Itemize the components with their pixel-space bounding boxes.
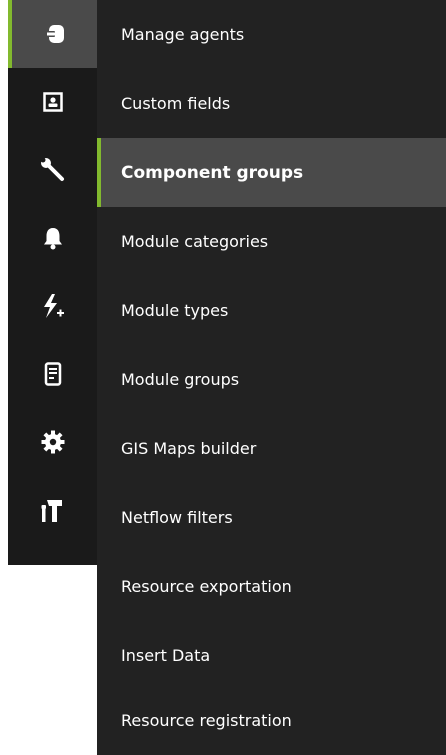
icon-rail	[8, 0, 97, 565]
menu-item-label: GIS Maps builder	[121, 439, 257, 458]
rail-item-module-groups[interactable]	[8, 340, 97, 408]
rail-item-component-groups[interactable]	[8, 136, 97, 204]
menu-item-label: Module types	[121, 301, 229, 320]
gear-icon	[41, 430, 65, 454]
bell-icon	[42, 226, 64, 250]
menu-item-label: Custom fields	[121, 94, 231, 113]
submenu-panel: Manage agents Custom fields Component gr…	[97, 0, 446, 755]
menu-item-label: Manage agents	[121, 25, 245, 44]
rail-item-agents[interactable]	[8, 0, 97, 68]
menu-item-label: Component groups	[121, 162, 304, 183]
bolt-plus-icon	[40, 293, 66, 319]
menu-item-component-groups[interactable]: Component groups	[97, 138, 446, 207]
menu-item-resource-exportation[interactable]: Resource exportation	[97, 552, 446, 621]
menu-item-netflow-filters[interactable]: Netflow filters	[97, 483, 446, 552]
menu-item-module-types[interactable]: Module types	[97, 276, 446, 345]
menu-item-label: Resource registration	[121, 711, 292, 730]
menu-item-label: Resource exportation	[121, 577, 292, 596]
rail-item-netflow-filters[interactable]	[8, 476, 97, 544]
admin-menu: Manage agents Custom fields Component gr…	[0, 0, 446, 755]
rail-item-custom-fields[interactable]	[8, 68, 97, 136]
menu-item-label: Module categories	[121, 232, 269, 251]
menu-item-custom-fields[interactable]: Custom fields	[97, 69, 446, 138]
menu-item-resource-registration[interactable]: Resource registration	[97, 686, 446, 755]
hammer-icon	[41, 497, 65, 523]
rail-item-gis-maps[interactable]	[8, 408, 97, 476]
menu-item-label: Insert Data	[121, 646, 211, 665]
agent-connect-icon	[44, 23, 66, 45]
menu-item-gis-maps-builder[interactable]: GIS Maps builder	[97, 414, 446, 483]
rail-item-module-categories[interactable]	[8, 204, 97, 272]
contact-card-icon	[42, 92, 63, 112]
menu-item-insert-data[interactable]: Insert Data	[97, 621, 446, 690]
rail-item-module-types[interactable]	[8, 272, 97, 340]
menu-item-manage-agents[interactable]: Manage agents	[97, 0, 446, 69]
menu-item-module-categories[interactable]: Module categories	[97, 207, 446, 276]
server-icon	[44, 362, 62, 386]
menu-item-label: Netflow filters	[121, 508, 233, 527]
menu-item-module-groups[interactable]: Module groups	[97, 345, 446, 414]
wrench-icon	[40, 157, 66, 183]
menu-item-label: Module groups	[121, 370, 240, 389]
